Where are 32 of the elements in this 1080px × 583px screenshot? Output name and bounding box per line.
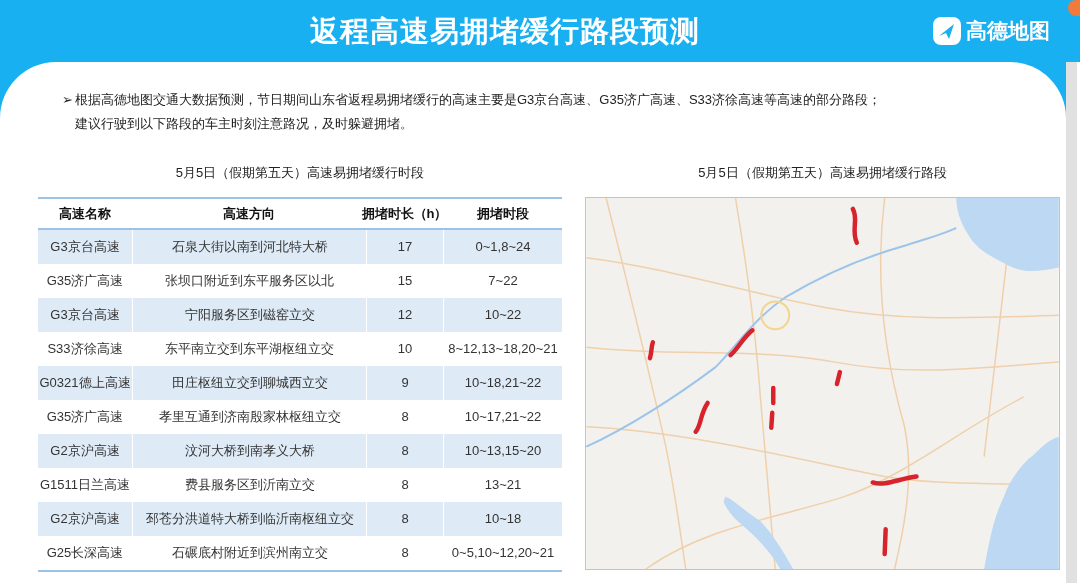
table-cell: 8 (366, 502, 443, 536)
table-cell: 石泉大街以南到河北特大桥 (132, 230, 366, 264)
table-cell: 10~13,15~20 (443, 434, 562, 468)
table-cell: 10~18 (443, 502, 562, 536)
badge-icon (1068, 0, 1080, 16)
column-header: 高速方向 (222, 204, 276, 223)
intro-text: 根据高德地图交通大数据预测，节日期间山东省返程易拥堵缓行的高速主要是G3京台高速、G35济广高速、S33济徐高速等高速的部分路段； (75, 91, 882, 109)
table-cell: G2京沪高速 (38, 502, 132, 536)
table-cell: G2京沪高速 (38, 434, 132, 468)
logo-text: 高德地图 (966, 18, 1050, 44)
table-title: 5月5日（假期第五天）高速易拥堵缓行时段 (175, 164, 425, 182)
column-header: 拥堵时段 (475, 204, 530, 223)
table-cell: 汶河大桥到南孝义大桥 (132, 434, 366, 468)
page-title: 返程高速易拥堵缓行路段预测 (310, 14, 700, 49)
map-title: 5月5日（假期第五天）高速易拥堵缓行路段 (698, 164, 947, 182)
column-header: 高速名称 (58, 204, 112, 223)
table-cell: G3京台高速 (38, 298, 132, 332)
table-cell: 10~22 (443, 298, 562, 332)
table-cell: 田庄枢纽立交到聊城西立交 (132, 366, 366, 400)
table-cell: 0~1,8~24 (443, 230, 562, 264)
intro-text: 建议行驶到以下路段的车主时刻注意路况，及时躲避拥堵。 (75, 116, 413, 131)
table-cell: 宁阳服务区到磁窑立交 (132, 298, 366, 332)
table-cell: G3京台高速 (38, 230, 132, 264)
table-cell: 8 (366, 434, 443, 468)
table-cell: 10~18,21~22 (443, 366, 562, 400)
table-cell: 邳苍分洪道特大桥到临沂南枢纽立交 (132, 502, 366, 536)
bullet-arrow: ➢ (62, 91, 74, 109)
table-cell: G0321德上高速 (38, 366, 132, 400)
table-cell: 9 (366, 366, 443, 400)
logo-icon (932, 16, 962, 46)
table-cell: 17 (366, 230, 443, 264)
table-cell: 12 (366, 298, 443, 332)
